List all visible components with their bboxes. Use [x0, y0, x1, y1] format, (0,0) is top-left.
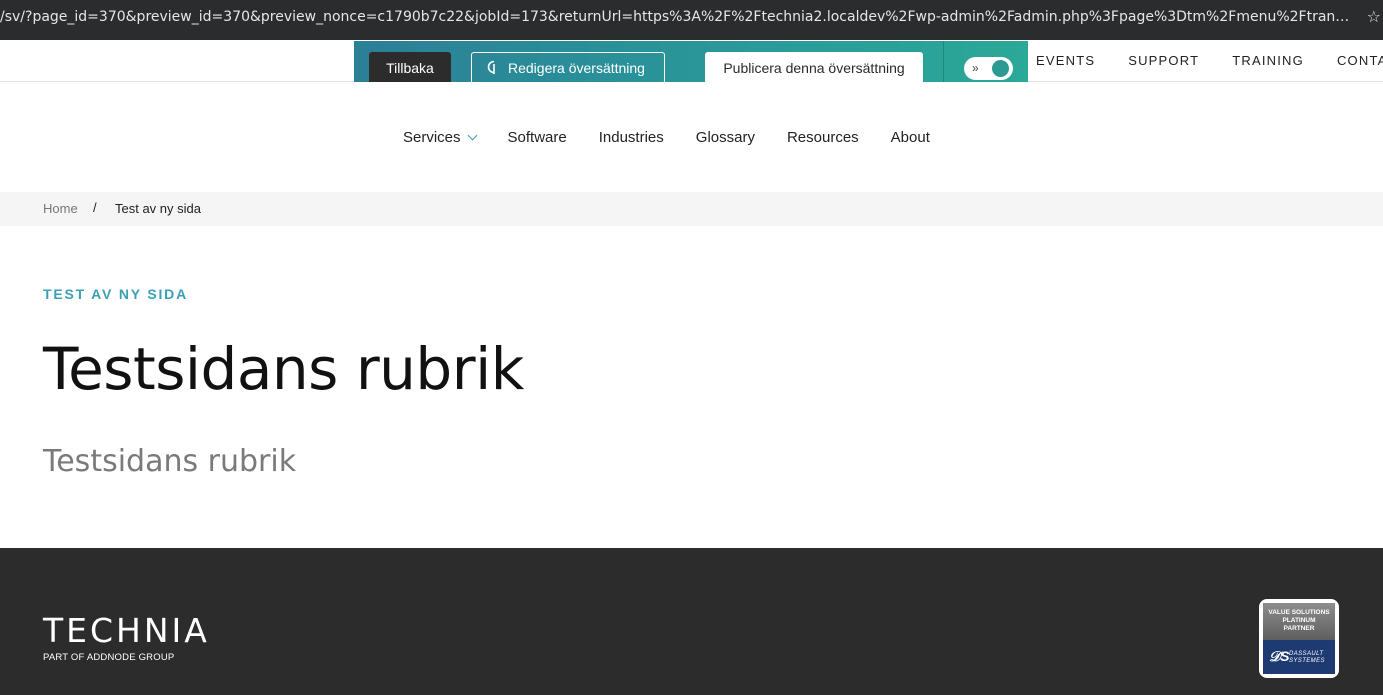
- nav-item-industries[interactable]: Industries: [599, 129, 664, 146]
- breadcrumb-separator: /: [93, 200, 97, 215]
- footer: TECHNIA PART OF ADDNODE GROUP VALUE SOLU…: [0, 548, 1383, 695]
- badge-header: VALUE SOLUTIONS PLATINUM PARTNER: [1263, 603, 1335, 640]
- logo-wordmark: TECHNIA: [43, 611, 210, 650]
- publish-translation-button[interactable]: Publicera denna översättning: [705, 52, 923, 84]
- nav-item-software[interactable]: Software: [508, 129, 567, 146]
- browser-url-bar[interactable]: /sv/?page_id=370&preview_id=370&preview_…: [0, 0, 1383, 40]
- edit-translation-label: Redigera översättning: [508, 60, 645, 76]
- partner-badge: VALUE SOLUTIONS PLATINUM PARTNER 𝒟S DASS…: [1259, 599, 1339, 678]
- url-text[interactable]: /sv/?page_id=370&preview_id=370&preview_…: [0, 0, 1352, 34]
- topnav-link-contact[interactable]: CONTAC: [1337, 53, 1383, 68]
- breadcrumb: Home / Test av ny sida: [0, 192, 1383, 226]
- badge-line-2: PLATINUM: [1282, 617, 1316, 624]
- page-eyebrow: TEST AV NY SIDA: [43, 286, 188, 302]
- nav-item-about[interactable]: About: [891, 129, 930, 146]
- breadcrumb-current: Test av ny sida: [115, 201, 201, 216]
- nav-item-services[interactable]: Services: [403, 129, 477, 146]
- badge-line-1: VALUE SOLUTIONS: [1268, 609, 1330, 616]
- badge-brand: 𝒟S DASSAULT SYSTEMES: [1263, 640, 1335, 674]
- bookmark-star-icon[interactable]: ☆: [1367, 0, 1381, 34]
- edit-translation-button[interactable]: Redigera översättning: [471, 52, 665, 84]
- topnav-link-support[interactable]: SUPPORT: [1128, 53, 1199, 68]
- badge-line-3: PARTNER: [1283, 625, 1315, 632]
- page-title: Testsidans rubrik: [43, 335, 524, 403]
- double-chevron-icon: »: [972, 61, 979, 75]
- toggle-knob: [992, 60, 1009, 77]
- topnav-link-events[interactable]: EVENTS: [1036, 53, 1095, 68]
- topnav-link-training[interactable]: TRAINING: [1232, 53, 1304, 68]
- chevron-down-icon: [467, 130, 477, 141]
- technia-logo[interactable]: TECHNIA PART OF ADDNODE GROUP: [43, 611, 210, 664]
- back-button[interactable]: Tillbaka: [369, 52, 451, 84]
- nav-item-glossary[interactable]: Glossary: [696, 129, 755, 146]
- badge-brand-1: DASSAULT: [1289, 651, 1324, 657]
- nav-item-services-label: Services: [403, 129, 461, 146]
- page-subtitle: Testsidans rubrik: [43, 444, 297, 479]
- main-nav: Services Software Industries Glossary Re…: [0, 82, 1383, 192]
- breadcrumb-home[interactable]: Home: [43, 201, 78, 216]
- ds-logo-icon: 𝒟S: [1269, 648, 1290, 664]
- preview-toggle[interactable]: »: [964, 57, 1013, 80]
- logo-tagline: PART OF ADDNODE GROUP: [43, 652, 175, 663]
- nav-item-resources[interactable]: Resources: [787, 129, 859, 146]
- edit-translation-icon: [487, 60, 495, 74]
- badge-brand-2: SYSTEMES: [1289, 658, 1325, 664]
